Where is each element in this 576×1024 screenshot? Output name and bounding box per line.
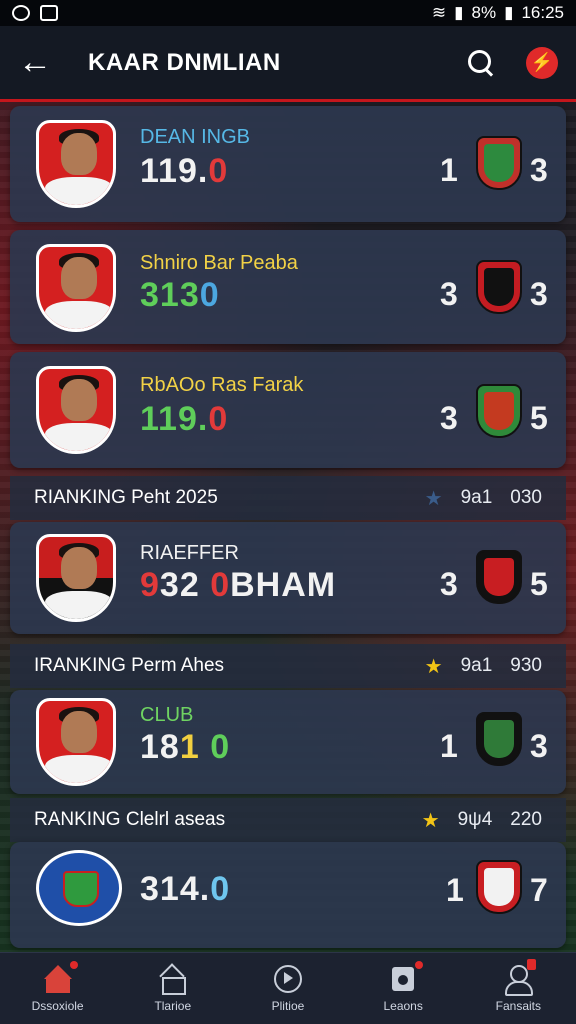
section-stat-a: 9a1 (460, 487, 493, 508)
left-score-number: 1 (440, 728, 458, 764)
player-card[interactable]: RIAEFFER 932 0BHAM 3 5 (10, 522, 566, 634)
left-score-number: 3 (440, 400, 458, 436)
right-score-number: 3 (530, 728, 548, 764)
club-crest-icon (476, 550, 522, 604)
section-stat-b: 030 (510, 487, 542, 508)
player-avatar (36, 120, 116, 208)
ranking-section-header: RIANKING Peht 2025 ★ 9a1 030 (10, 476, 566, 520)
player-score: 3130 (140, 276, 220, 314)
right-score-number: 3 (530, 152, 548, 188)
club-score: 314.0 (140, 870, 231, 908)
nav-item-home[interactable]: Dssoxiole (8, 960, 108, 1013)
flag-icon[interactable]: ⚡ (526, 46, 558, 79)
section-title: RANKING Clelrl aseas (34, 809, 226, 830)
star-icon[interactable]: ★ (425, 486, 443, 511)
star-icon[interactable]: ★ (422, 808, 440, 833)
nav-item-plitioe[interactable]: Plitioe (238, 964, 338, 1013)
right-score-number: 5 (530, 566, 548, 602)
left-score-number: 3 (440, 566, 458, 602)
section-stat-b: 220 (510, 809, 542, 830)
back-arrow-icon[interactable]: ← (18, 43, 62, 82)
player-avatar (36, 698, 116, 786)
player-name: RIAEFFER (140, 542, 239, 564)
player-name: CLUB (140, 704, 194, 726)
club-crest-icon (476, 384, 522, 438)
app-bar: ← KAAR DNMLIAN ⚡ (0, 26, 576, 102)
section-title: RIANKING Peht 2025 (34, 487, 218, 508)
section-stat-a: 9ψ4 (457, 809, 493, 830)
left-score-number: 1 (440, 152, 458, 188)
club-card[interactable]: 314.0 1 7 (10, 842, 566, 948)
fans-icon (503, 964, 534, 996)
nav-item-fansaits[interactable]: Fansaits (468, 958, 568, 1013)
section-title: IRANKING Perm Ahes (34, 655, 225, 676)
player-name: DEAN INGB (140, 126, 251, 148)
league-icon (388, 965, 418, 993)
player-name: RbAOo Ras Farak (140, 374, 304, 396)
status-time: 16:25 (521, 3, 564, 22)
nav-item-tlarioe[interactable]: Tlarioe (123, 965, 223, 1013)
nav-label: Tlarioe (154, 998, 192, 1013)
player-score: 119.0 (140, 400, 229, 438)
nav-item-leaons[interactable]: Leaons (353, 960, 453, 1013)
left-score-number: 1 (446, 872, 464, 908)
nav-label: Plitioe (271, 998, 305, 1013)
ranking-section-header: RANKING Clelrl aseas ★ 9ψ4 220 (10, 798, 566, 842)
section-stat-b: 930 (510, 655, 542, 676)
player-score: 932 0BHAM (140, 566, 337, 604)
star-icon[interactable]: ★ (425, 654, 443, 679)
app-icon (12, 5, 30, 21)
club-crest-icon (476, 712, 522, 766)
search-icon[interactable] (466, 48, 496, 78)
house-icon (158, 965, 188, 995)
battery-icon: ▮ (504, 3, 514, 22)
player-card[interactable]: DEAN INGB 119.0 1 3 (10, 106, 566, 222)
right-score-number: 7 (530, 872, 548, 908)
player-avatar (36, 244, 116, 332)
player-avatar (36, 534, 116, 622)
club-crest-icon (476, 860, 522, 914)
player-card[interactable]: Shniro Bar Peaba 3130 3 3 (10, 230, 566, 344)
club-crest-icon (476, 136, 522, 190)
player-avatar (36, 366, 116, 454)
battery-text: 8% (471, 3, 497, 22)
player-card[interactable]: RbAOo Ras Farak 119.0 3 5 (10, 352, 566, 468)
home-icon (43, 964, 73, 993)
player-score: 181 0 (140, 728, 231, 766)
right-score-number: 3 (530, 276, 548, 312)
nav-label: Leaons (383, 998, 423, 1013)
play-icon (273, 964, 303, 993)
image-icon (40, 5, 58, 21)
club-crest-icon (476, 260, 522, 314)
section-stat-a: 9a1 (460, 655, 493, 676)
player-card[interactable]: CLUB 181 0 1 3 (10, 690, 566, 794)
nav-label: Dssoxiole (31, 998, 84, 1013)
player-score: 119.0 (140, 152, 229, 190)
page-title: KAAR DNMLIAN (88, 48, 281, 76)
player-name: Shniro Bar Peaba (140, 252, 298, 274)
bottom-navigation: Dssoxiole Tlarioe Plitioe Leaons Fansait… (0, 952, 576, 1024)
ranking-section-header: IRANKING Perm Ahes ★ 9a1 930 (10, 644, 566, 688)
wifi-icon: ≋ (431, 3, 447, 22)
right-score-number: 5 (530, 400, 548, 436)
nav-label: Fansaits (495, 998, 542, 1013)
left-score-number: 3 (440, 276, 458, 312)
signal-icon: ▮ (454, 3, 464, 22)
club-badge-icon (36, 850, 122, 926)
status-bar: ≋ ▮ 8% ▮ 16:25 (0, 0, 576, 26)
